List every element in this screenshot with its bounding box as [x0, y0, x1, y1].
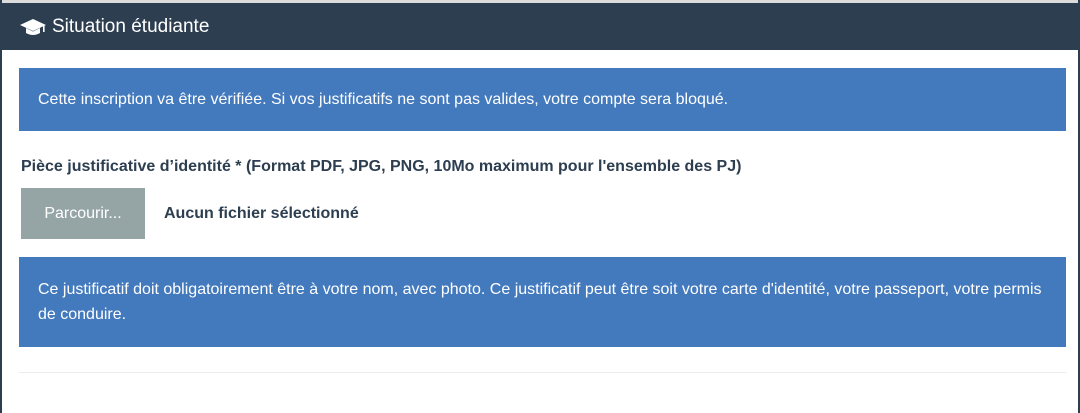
verification-alert: Cette inscription va être vérifiée. Si v…: [19, 68, 1066, 131]
verification-alert-text: Cette inscription va être vérifiée. Si v…: [38, 91, 729, 108]
graduation-cap-icon: [20, 17, 46, 37]
id-requirements-alert-text: Ce justificatif doit obligatoirement êtr…: [38, 281, 1042, 323]
student-status-panel: Situation étudiante Cette inscription va…: [0, 0, 1080, 413]
section-divider: [19, 372, 1066, 373]
id-requirements-alert: Ce justificatif doit obligatoirement êtr…: [19, 257, 1066, 347]
panel-title: Situation étudiante: [52, 15, 210, 37]
browse-button[interactable]: Parcourir...: [21, 188, 145, 239]
id-document-label: Pièce justificative d’identité * (Format…: [21, 158, 742, 175]
panel-header: Situation étudiante: [2, 0, 1078, 50]
file-status-text: Aucun fichier sélectionné: [164, 204, 359, 222]
file-input: Parcourir... Aucun fichier sélectionné: [21, 188, 359, 239]
